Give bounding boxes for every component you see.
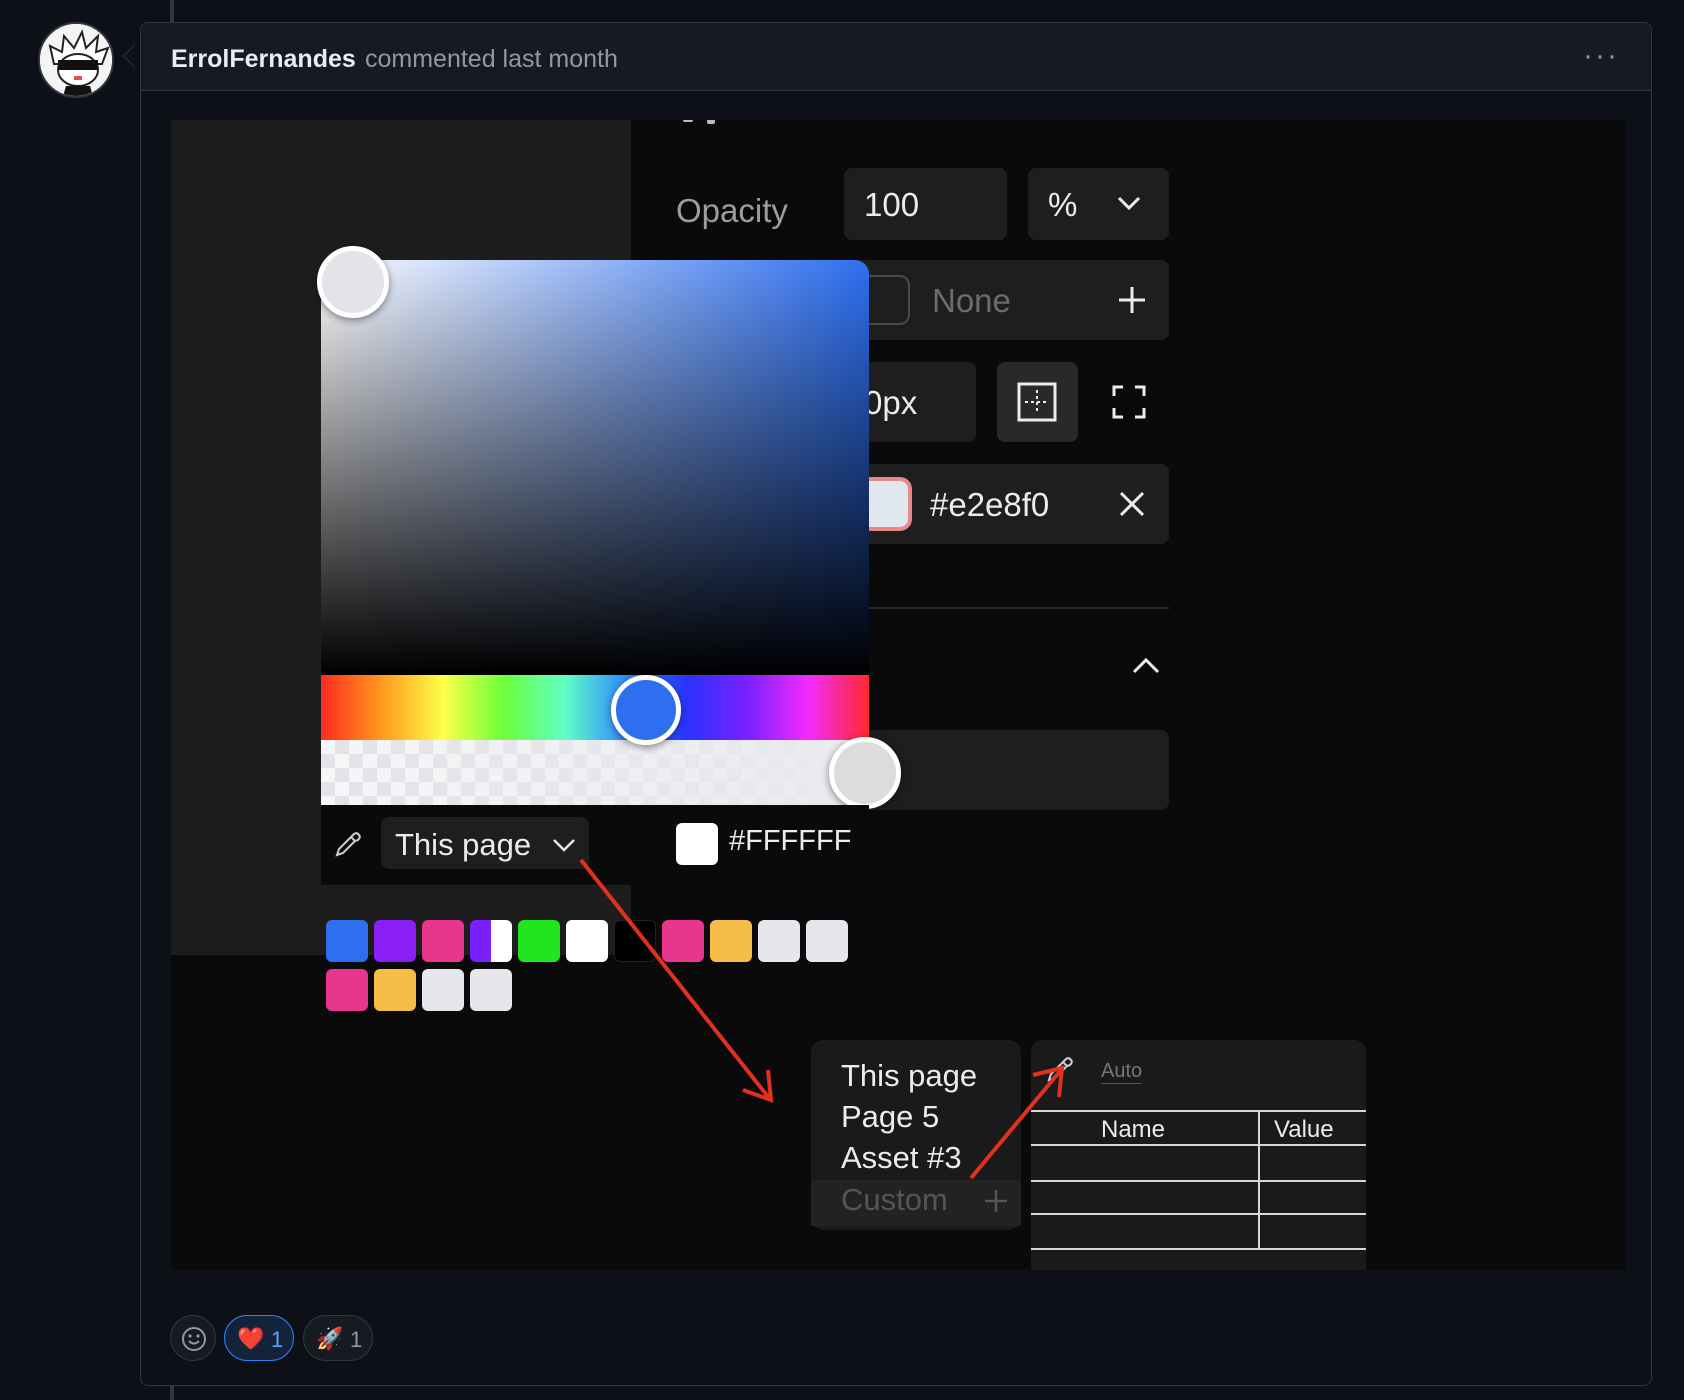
avatar-image — [40, 24, 112, 96]
embedded-screenshot: Opacity 100 % None 0px #e2e8f0 This page… — [171, 120, 1626, 1270]
annotation-arrows — [579, 858, 1065, 1180]
heart-emoji: ❤️ — [237, 1326, 265, 1351]
arrow-line — [969, 1068, 1063, 1180]
reaction-rocket[interactable]: 🚀 1 — [303, 1315, 373, 1361]
author-link[interactable]: ErrolFernandes — [171, 45, 356, 74]
avatar[interactable] — [38, 22, 114, 98]
arrow-line — [579, 858, 771, 1100]
reaction-heart[interactable]: ❤️ 1 — [224, 1315, 294, 1361]
comment-card: ErrolFernandes commented last month ··· … — [140, 22, 1652, 1386]
comment-timestamp[interactable]: commented last month — [365, 45, 618, 74]
add-reaction-button[interactable] — [170, 1315, 216, 1361]
comment-header: ErrolFernandes commented last month ··· — [141, 23, 1651, 91]
reaction-count: 1 — [271, 1327, 284, 1352]
smiley-icon — [182, 1327, 206, 1351]
more-options-button[interactable]: ··· — [1583, 39, 1619, 73]
rocket-emoji: 🚀 — [316, 1326, 344, 1351]
reaction-count: 1 — [350, 1327, 363, 1352]
